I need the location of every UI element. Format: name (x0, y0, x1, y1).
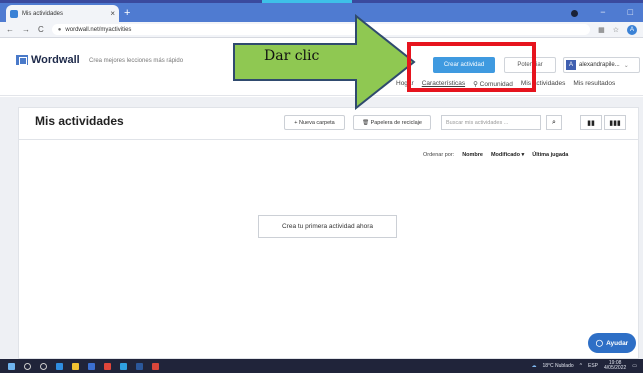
weather-text[interactable]: 18°C Nublado (542, 363, 573, 369)
clock[interactable]: 19:08 4/05/2022 (604, 361, 626, 371)
maximize-button[interactable]: □ (628, 7, 633, 17)
user-name: alexandrapile... (579, 62, 620, 68)
search-icon[interactable] (24, 362, 31, 370)
activities-panel (18, 140, 639, 359)
help-button[interactable]: ◯ Ayudar (588, 333, 636, 353)
logo-text: Wordwall (31, 54, 80, 66)
task-view-icon[interactable] (40, 362, 47, 370)
chrome-icon[interactable] (104, 362, 111, 370)
sort-by-last-played[interactable]: Última jugada (532, 152, 568, 158)
chat-icon: ◯ (595, 340, 604, 347)
chevron-down-icon: ⌄ (623, 62, 629, 69)
search-button[interactable]: ⌕ (546, 115, 562, 130)
search-input[interactable]: Buscar mis actividades ... (441, 115, 541, 130)
sort-row: Ordenar por: Nombre Modificado ▾ Última … (423, 152, 568, 158)
create-first-activity-button[interactable]: Crea tu primera actividad ahora (258, 215, 397, 238)
tagline: Crea mejores lecciones más rápido (89, 58, 184, 64)
word-icon[interactable] (136, 362, 143, 370)
profile-avatar[interactable]: A (627, 24, 637, 35)
wordwall-logo-icon (16, 55, 28, 65)
weather-icon: ☁ (531, 363, 537, 369)
back-button[interactable]: ← (6, 25, 14, 34)
bookmark-star-icon[interactable]: ☆ (613, 26, 619, 34)
new-tab-button[interactable]: + (124, 6, 130, 20)
notification-icon[interactable]: ▭ (632, 363, 637, 369)
record-icon[interactable] (571, 10, 579, 17)
new-folder-button[interactable]: + Nueva carpeta (284, 115, 345, 130)
extensions-icon[interactable]: ▦ (598, 26, 605, 34)
window-controls: − □ (571, 7, 633, 17)
grid-view-button[interactable]: ▮▮ (580, 115, 602, 130)
sort-by-modified[interactable]: Modificado ▾ (491, 152, 524, 158)
system-tray: ☁ 18°C Nublado ^ ESP 19:08 4/05/2022 ▭ (531, 361, 637, 371)
close-tab-icon[interactable]: × (110, 9, 115, 18)
page-title: Mis actividades (35, 114, 124, 128)
url-text: wordwall.net/myactivities (65, 26, 132, 33)
callout-arrow (233, 14, 416, 110)
tray-chevron-icon[interactable]: ^ (580, 363, 582, 369)
highlight-box (407, 42, 536, 92)
tab-title: Mis actividades (22, 10, 64, 17)
help-label: Ayudar (606, 339, 629, 347)
list-icon: ▮▮▮ (609, 119, 621, 127)
lock-icon: ● (57, 26, 62, 33)
edge-icon[interactable] (56, 362, 63, 370)
wordwall-logo[interactable]: Wordwall (16, 54, 80, 66)
sort-label: Ordenar por: (423, 152, 455, 158)
file-explorer-icon[interactable] (72, 362, 79, 370)
reload-button[interactable]: C (38, 25, 44, 34)
minimize-button[interactable]: − (600, 7, 605, 17)
search-icon: ⌕ (552, 118, 556, 126)
callout-label: Dar clic (264, 48, 320, 64)
store-icon[interactable] (88, 362, 95, 370)
list-view-button[interactable]: ▮▮▮ (604, 115, 626, 130)
wordwall-favicon-icon (10, 9, 18, 18)
user-avatar: A (566, 60, 576, 70)
nav-my-results[interactable]: Mis resultados (573, 80, 615, 88)
mail-icon[interactable] (120, 362, 127, 370)
start-icon[interactable] (8, 362, 15, 370)
grid-icon: ▮▮ (587, 119, 595, 127)
address-bar-icons: ▦ ☆ A (598, 24, 637, 35)
forward-button[interactable]: → (22, 25, 30, 34)
clock-date: 4/05/2022 (604, 365, 627, 371)
browser-tab[interactable]: Mis actividades × (6, 5, 119, 22)
powerpoint-icon[interactable] (152, 362, 159, 370)
language-indicator[interactable]: ESP (588, 363, 598, 369)
user-menu-button[interactable]: A alexandrapile... ⌄ (563, 57, 640, 73)
sort-by-name[interactable]: Nombre (462, 152, 483, 158)
recycle-bin-button[interactable]: 🗑 Papelera de reciclaje (353, 115, 431, 130)
